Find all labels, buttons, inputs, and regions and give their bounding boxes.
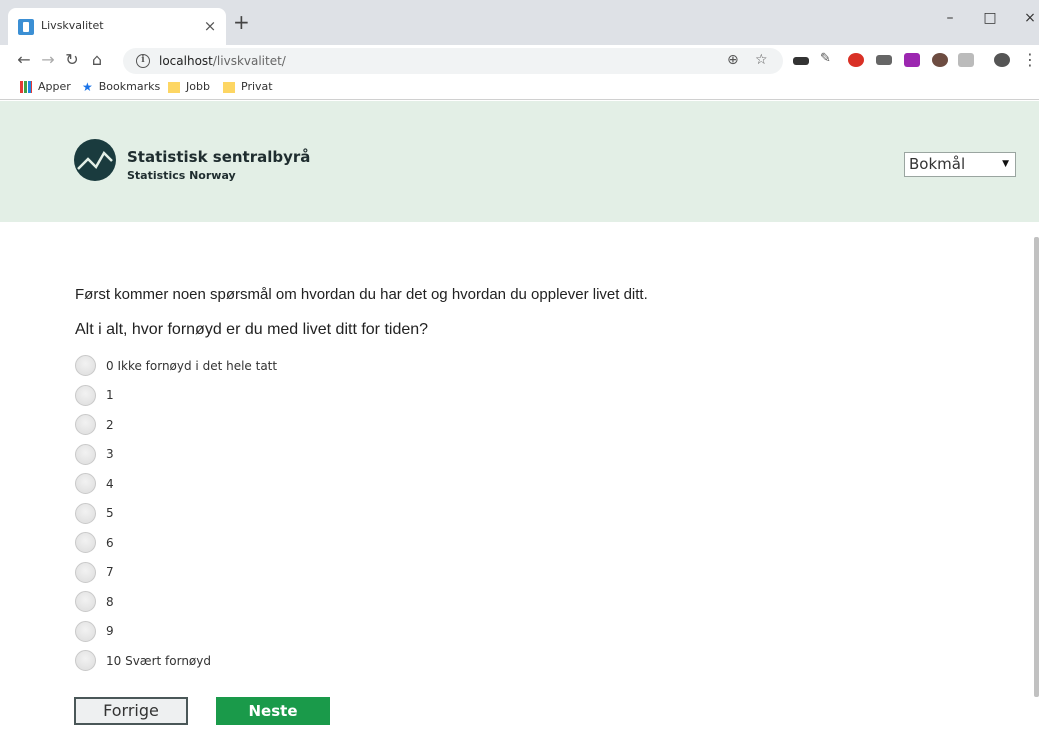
option-1[interactable]: 1 <box>75 381 277 411</box>
eyedropper-icon[interactable]: ✎ <box>820 51 836 66</box>
home-icon[interactable]: ⌂ <box>87 51 107 69</box>
reload-icon[interactable]: ↻ <box>62 51 82 69</box>
forward-arrow-icon[interactable]: → <box>38 51 58 69</box>
bookmark-label: Jobb <box>186 80 210 93</box>
radio-button[interactable] <box>75 620 96 642</box>
bookmark-folder-privat[interactable]: Privat <box>223 80 273 93</box>
maximize-button[interactable]: □ <box>975 10 1005 26</box>
option-0[interactable]: 0 Ikke fornøyd i det hele tatt <box>75 351 277 381</box>
profile-avatar[interactable] <box>994 53 1010 67</box>
option-label: 10 Svært fornøyd <box>106 653 211 668</box>
answer-options: 0 Ikke fornøyd i det hele tatt 1 2 3 4 5… <box>75 351 277 676</box>
url-host: localhost <box>159 54 213 68</box>
radio-button[interactable] <box>75 650 96 672</box>
radio-button[interactable] <box>75 355 96 377</box>
extension-glasses-icon[interactable] <box>793 57 809 65</box>
chevron-down-icon: ▼ <box>1002 159 1009 169</box>
close-tab-icon[interactable]: × <box>202 17 218 35</box>
language-select[interactable]: Bokmål ▼ <box>904 152 1016 177</box>
bookmark-label: Apper <box>38 80 71 93</box>
bookmark-folder-jobb[interactable]: Jobb <box>168 80 210 93</box>
next-button[interactable]: Neste <box>216 697 330 725</box>
option-6[interactable]: 6 <box>75 528 277 558</box>
option-9[interactable]: 9 <box>75 617 277 647</box>
close-window-button[interactable]: × <box>1015 10 1039 26</box>
language-value: Bokmål <box>909 155 966 173</box>
tab-title: Livskvalitet <box>41 19 104 32</box>
star-icon: ★ <box>82 80 93 94</box>
previous-button[interactable]: Forrige <box>74 697 188 725</box>
radio-button[interactable] <box>75 561 96 583</box>
back-arrow-icon[interactable]: ← <box>14 51 34 69</box>
browser-tab[interactable]: Livskvalitet × <box>8 8 226 45</box>
option-10[interactable]: 10 Svært fornøyd <box>75 646 277 676</box>
menu-kebab-icon[interactable]: ⋮ <box>1020 51 1039 69</box>
extension-drive-icon[interactable] <box>958 53 974 67</box>
page-scrollbar[interactable] <box>1034 237 1039 697</box>
option-5[interactable]: 5 <box>75 499 277 529</box>
url-path: /livskvalitet/ <box>212 54 286 68</box>
option-label: 0 Ikke fornøyd i det hele tatt <box>106 358 278 373</box>
extension-rp-icon[interactable] <box>904 53 920 67</box>
option-3[interactable]: 3 <box>75 440 277 470</box>
radio-button[interactable] <box>75 443 96 465</box>
page-content: Statistisk sentralbyrå Statistics Norway… <box>0 101 1039 738</box>
folder-icon <box>168 81 180 93</box>
bookmark-apps[interactable]: Apper <box>20 80 71 93</box>
folder-icon <box>223 81 235 93</box>
option-8[interactable]: 8 <box>75 587 277 617</box>
radio-button[interactable] <box>75 384 96 406</box>
site-favicon-icon <box>18 19 34 35</box>
option-label: 4 <box>106 476 114 491</box>
minimize-button[interactable]: – <box>935 10 965 26</box>
option-label: 8 <box>106 594 114 609</box>
site-header: Statistisk sentralbyrå Statistics Norway… <box>0 101 1039 222</box>
option-2[interactable]: 2 <box>75 410 277 440</box>
extension-cookie-icon[interactable] <box>932 53 948 67</box>
bookmark-bookmarks[interactable]: ★ Bookmarks <box>82 80 160 94</box>
bookmarks-bar: Apper ★ Bookmarks Jobb Privat <box>0 76 1039 100</box>
ssb-logo-icon[interactable] <box>74 139 116 181</box>
option-7[interactable]: 7 <box>75 558 277 588</box>
radio-button[interactable] <box>75 591 96 613</box>
adblock-icon[interactable] <box>848 53 864 67</box>
address-bar[interactable]: i localhost/livskvalitet/ ⊕ ☆ <box>123 48 783 74</box>
radio-button[interactable] <box>75 502 96 524</box>
option-label: 9 <box>106 624 114 639</box>
intro-text: Først kommer noen spørsmål om hvordan du… <box>75 286 648 303</box>
option-label: 7 <box>106 565 114 580</box>
apps-grid-icon <box>20 81 32 93</box>
info-icon[interactable]: i <box>136 54 150 68</box>
option-label: 3 <box>106 447 114 462</box>
option-label: 1 <box>106 388 114 403</box>
radio-button[interactable] <box>75 532 96 554</box>
new-tab-button[interactable]: + <box>233 12 250 32</box>
zoom-icon[interactable]: ⊕ <box>727 52 739 68</box>
brand-subtitle: Statistics Norway <box>127 169 236 182</box>
option-label: 5 <box>106 506 114 521</box>
bookmark-label: Bookmarks <box>98 80 161 93</box>
tab-strip: Livskvalitet × + – □ × <box>0 0 1039 45</box>
option-label: 6 <box>106 535 114 550</box>
url-text[interactable]: localhost/livskvalitet/ <box>159 54 286 68</box>
browser-toolbar: ← → ↻ ⌂ i localhost/livskvalitet/ ⊕ ☆ ✎ … <box>0 45 1039 76</box>
radio-button[interactable] <box>75 414 96 436</box>
option-4[interactable]: 4 <box>75 469 277 499</box>
option-label: 2 <box>106 417 114 432</box>
radio-button[interactable] <box>75 473 96 495</box>
question-text: Alt i alt, hvor fornøyd er du med livet … <box>75 321 429 338</box>
brand-name: Statistisk sentralbyrå <box>127 148 311 166</box>
bookmark-label: Privat <box>241 80 273 93</box>
mail-icon[interactable] <box>876 55 892 65</box>
bookmark-star-icon[interactable]: ☆ <box>755 52 768 68</box>
